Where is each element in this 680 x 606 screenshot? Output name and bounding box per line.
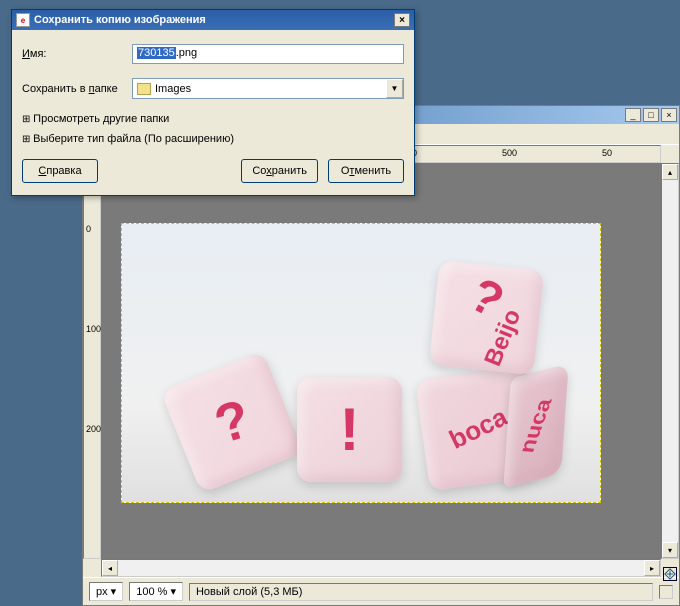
- folder-combo[interactable]: Images ▼: [132, 78, 404, 99]
- scrollbar-vertical[interactable]: ▴ ▾: [661, 163, 679, 559]
- cancel-icon[interactable]: [659, 585, 673, 599]
- navigation-icon[interactable]: [663, 567, 677, 581]
- cancel-button[interactable]: Отменить: [328, 159, 404, 183]
- minimize-button[interactable]: _: [625, 108, 641, 122]
- save-dialog: e Сохранить копию изображения × Имя: 730…: [11, 9, 415, 196]
- dice-face: !: [340, 395, 360, 464]
- filetype-expander[interactable]: Выберите тип файла (По расширению): [22, 133, 404, 145]
- scroll-track[interactable]: [118, 560, 644, 576]
- browse-folders-expander[interactable]: Просмотреть другие папки: [22, 113, 404, 125]
- ruler-vertical[interactable]: 0 100 200: [83, 163, 101, 559]
- scroll-up-button[interactable]: ▴: [662, 164, 678, 180]
- zoom-selector[interactable]: 100 % ▾: [129, 582, 183, 601]
- app-icon: e: [16, 13, 30, 27]
- dice-face: boca: [444, 401, 512, 455]
- scroll-left-button[interactable]: ◂: [102, 560, 118, 576]
- folder-icon: [137, 83, 151, 95]
- dice-face: ?: [207, 388, 257, 457]
- unit-selector[interactable]: px ▾: [89, 582, 123, 601]
- ruler-mark: 200: [86, 424, 101, 434]
- scroll-right-button[interactable]: ▸: [644, 560, 660, 576]
- dialog-title: Сохранить копию изображения: [34, 14, 206, 26]
- help-button[interactable]: Справка: [22, 159, 98, 183]
- ruler-mark: 0: [86, 224, 91, 234]
- maximize-button[interactable]: □: [643, 108, 659, 122]
- combo-dropdown-button[interactable]: ▼: [386, 79, 403, 98]
- save-button[interactable]: Сохранить: [241, 159, 318, 183]
- selection-marquee: ? ! boca nuca ? Bei: [121, 223, 601, 503]
- ruler-mark: 500: [502, 148, 517, 158]
- layer-status: Новый слой (5,3 МБ): [189, 583, 653, 601]
- dice-face: nuca: [514, 398, 557, 454]
- name-label: Имя:: [22, 48, 132, 60]
- dialog-close-button[interactable]: ×: [394, 13, 410, 27]
- canvas-area[interactable]: ? ! boca nuca ? Bei: [101, 163, 661, 559]
- scrollbar-horizontal[interactable]: ◂ ▸: [101, 559, 661, 577]
- image-content: ? ! boca nuca ? Bei: [122, 224, 600, 502]
- statusbar: px ▾ 100 % ▾ Новый слой (5,3 МБ): [83, 577, 679, 605]
- dialog-titlebar[interactable]: e Сохранить копию изображения ×: [12, 10, 414, 30]
- filename-input[interactable]: 730135.png: [132, 44, 404, 64]
- folder-value: Images: [155, 83, 191, 95]
- scroll-down-button[interactable]: ▾: [662, 542, 678, 558]
- close-button[interactable]: ×: [661, 108, 677, 122]
- scroll-track[interactable]: [662, 180, 678, 542]
- filename-selected-text: 730135: [137, 47, 176, 59]
- ruler-mark: 50: [602, 148, 612, 158]
- folder-label: Сохранить в папке: [22, 83, 132, 95]
- ruler-mark: 100: [86, 324, 101, 334]
- filename-ext: .png: [176, 47, 197, 59]
